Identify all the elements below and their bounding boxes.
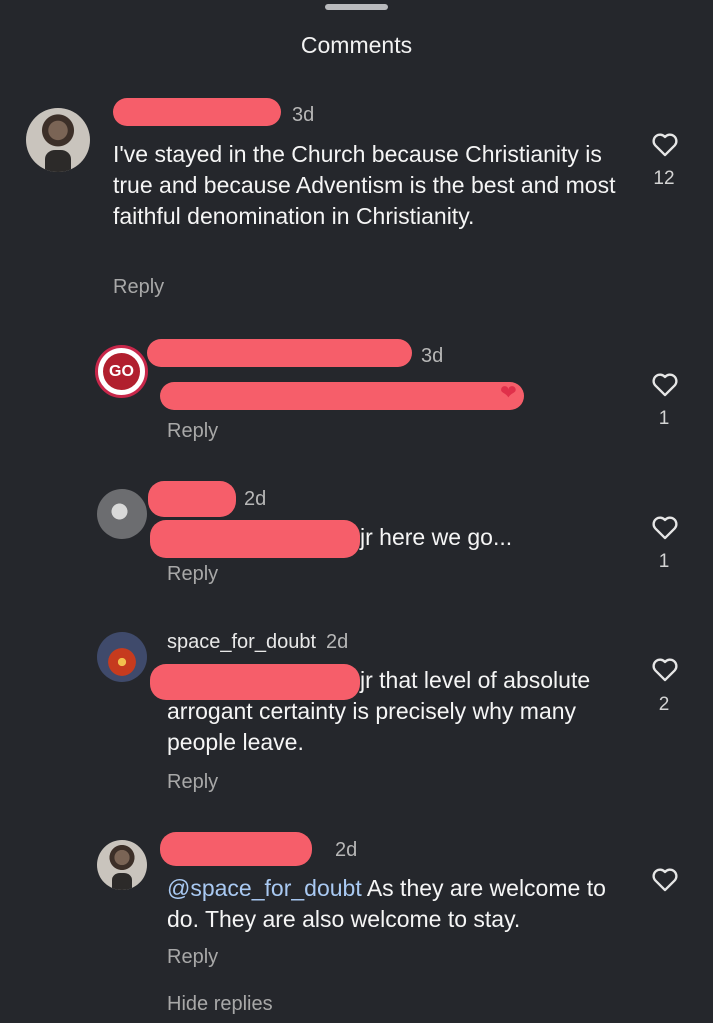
- heart-outline-icon[interactable]: [651, 514, 679, 540]
- go-logo: GO: [102, 352, 141, 391]
- redacted-username: [160, 832, 312, 866]
- avatar[interactable]: GO: [95, 345, 148, 398]
- mention-link[interactable]: @space_for_doubt: [167, 875, 362, 901]
- comment-text: jr here we go...: [360, 522, 512, 553]
- timestamp: 2d: [244, 488, 267, 510]
- avatar[interactable]: [26, 108, 90, 172]
- heart-outline-icon[interactable]: [651, 371, 679, 397]
- timestamp: 3d: [292, 104, 315, 126]
- comment-meta: 3d: [421, 345, 443, 368]
- timestamp: 2d: [335, 839, 358, 861]
- redacted-text: [160, 382, 524, 410]
- like-count: 1: [658, 408, 670, 429]
- reply-button[interactable]: Reply: [167, 420, 218, 443]
- avatar[interactable]: [97, 840, 147, 890]
- redacted-username: [148, 481, 236, 517]
- comment-meta: 2d: [244, 488, 266, 511]
- like-count: 12: [653, 168, 675, 189]
- heart-outline-icon[interactable]: [651, 131, 679, 157]
- comment-text: @space_for_doubt As they are welcome to …: [167, 873, 627, 935]
- redacted-mention: [150, 520, 360, 558]
- comment-text: jr that level of absolute arrogant certa…: [167, 665, 627, 758]
- redacted-username: [147, 339, 412, 367]
- page-title: Comments: [300, 32, 413, 58]
- comment-meta: 2d: [335, 839, 357, 862]
- timestamp: 3d: [421, 345, 444, 367]
- reply-button[interactable]: Reply: [113, 276, 164, 299]
- comment-text-tail: jr here we go...: [360, 524, 513, 550]
- comment-text: I've stayed in the Church because Christ…: [113, 141, 616, 229]
- reply-button[interactable]: Reply: [167, 771, 218, 794]
- timestamp: 2d: [326, 631, 349, 653]
- like-count: 2: [658, 694, 670, 715]
- redacted-username: [113, 98, 281, 126]
- avatar[interactable]: [97, 632, 147, 682]
- heart-outline-icon[interactable]: [651, 866, 679, 892]
- comment-meta: 3d: [292, 104, 314, 127]
- reply-button[interactable]: Reply: [167, 563, 218, 586]
- heart-outline-icon[interactable]: [651, 656, 679, 682]
- like-count: 1: [658, 551, 670, 572]
- reply-button[interactable]: Reply: [167, 946, 218, 969]
- comment-text-rest: arrogant certainty is precisely why many…: [167, 698, 577, 755]
- username[interactable]: space_for_doubt: [167, 631, 316, 653]
- hide-replies-button[interactable]: Hide replies: [167, 993, 273, 1016]
- comment-meta: space_for_doubt 2d: [167, 631, 348, 654]
- avatar[interactable]: [97, 489, 147, 539]
- drag-handle[interactable]: [325, 4, 388, 10]
- heart-emoji: ❤: [500, 382, 517, 404]
- comment-text-line-1: jr that level of absolute: [360, 667, 591, 693]
